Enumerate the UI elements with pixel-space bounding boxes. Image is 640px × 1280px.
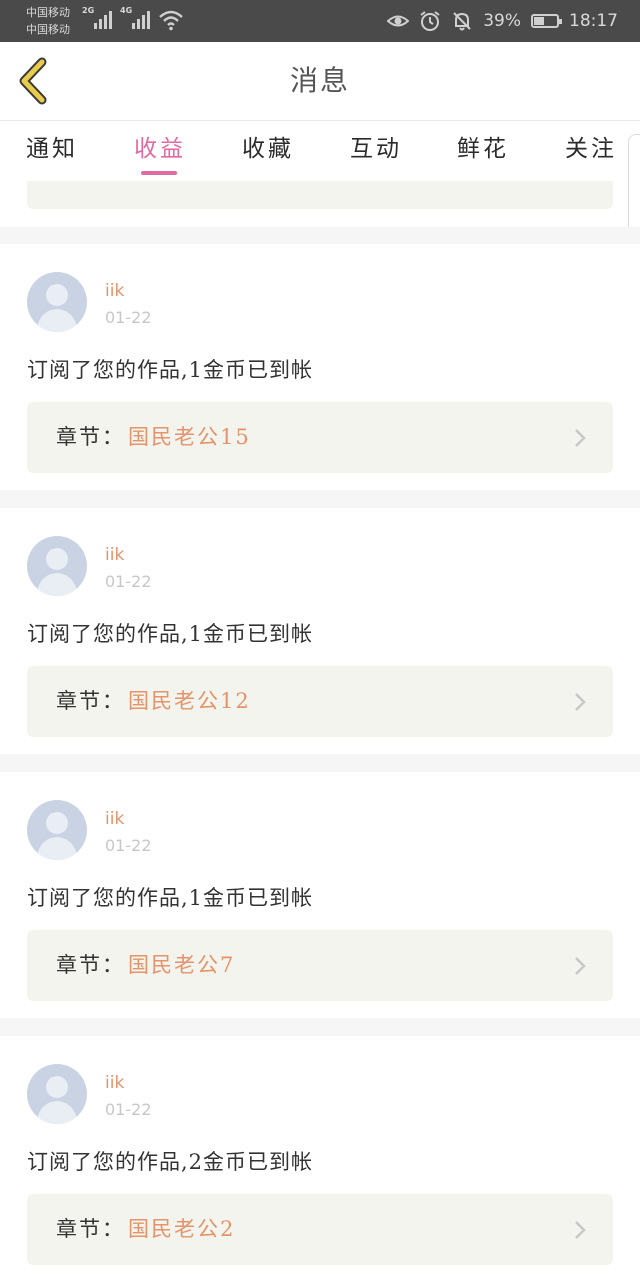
message-date: 01-22 xyxy=(105,1100,152,1119)
tab-bar: 通知 收益 收藏 互动 鲜花 关注 xyxy=(0,120,640,181)
chapter-link[interactable]: 章节： 国民老公15 xyxy=(27,402,613,473)
active-tab-indicator xyxy=(141,171,177,175)
chapter-name: 国民老公15 xyxy=(128,425,251,449)
avatar[interactable] xyxy=(27,272,87,332)
chapter-link[interactable]: 章节： 国民老公12 xyxy=(27,666,613,737)
username[interactable]: iik xyxy=(105,1073,124,1093)
avatar[interactable] xyxy=(27,1064,87,1124)
divider xyxy=(0,1018,640,1036)
message-item: iik 01-22 订阅了您的作品,1金币已到帐 章节： 国民老公15 xyxy=(0,244,640,490)
tab-follow[interactable]: 关注 xyxy=(565,121,617,181)
chapter-name: 国民老公7 xyxy=(128,953,236,977)
username[interactable]: iik xyxy=(105,545,124,565)
message-date: 01-22 xyxy=(105,572,152,591)
divider xyxy=(0,227,640,244)
tab-flowers[interactable]: 鲜花 xyxy=(457,121,509,181)
eye-icon xyxy=(387,15,410,27)
carrier-2: 中国移动 xyxy=(26,23,70,36)
avatar[interactable] xyxy=(27,800,87,860)
app-header: 消息 xyxy=(0,42,640,120)
username[interactable]: iik xyxy=(105,281,124,301)
chapter-link[interactable]: 章节： 国民老公2 xyxy=(27,1194,613,1265)
page-title: 消息 xyxy=(289,64,350,97)
message-text: 订阅了您的作品,1金币已到帐 xyxy=(27,622,314,646)
chapter-name: 国民老公12 xyxy=(128,689,251,713)
username[interactable]: iik xyxy=(105,809,124,829)
status-bar: 中国移动 中国移动 2G 4G 39% 18:17 xyxy=(0,0,640,42)
tab-favorites[interactable]: 收藏 xyxy=(242,121,294,181)
divider xyxy=(0,754,640,772)
chapter-name: 国民老公2 xyxy=(128,1217,236,1241)
tab-notify[interactable]: 通知 xyxy=(26,121,78,181)
message-text: 订阅了您的作品,1金币已到帐 xyxy=(27,358,314,382)
message-text: 订阅了您的作品,2金币已到帐 xyxy=(27,1150,314,1174)
alarm-icon xyxy=(420,11,440,31)
chevron-right-icon xyxy=(575,693,586,711)
carrier-1: 中国移动 xyxy=(26,6,70,19)
chapter-label: 章节： xyxy=(56,425,125,449)
bell-muted-icon xyxy=(453,12,471,31)
wifi-icon xyxy=(159,10,183,31)
divider xyxy=(0,490,640,508)
message-list[interactable]: iik 01-22 订阅了您的作品,1金币已到帐 章节： 国民老公15 iik … xyxy=(0,181,640,1280)
signal-icon xyxy=(132,11,152,29)
network-type-2: 4G xyxy=(120,6,133,15)
chapter-label: 章节： xyxy=(56,1217,125,1241)
message-item: iik 01-22 订阅了您的作品,1金币已到帐 章节： 国民老公7 xyxy=(0,772,640,1018)
message-item: iik 01-22 订阅了您的作品,1金币已到帐 章节： 国民老公12 xyxy=(0,508,640,754)
battery-icon xyxy=(531,14,562,28)
message-date: 01-22 xyxy=(105,836,152,855)
signal-icon xyxy=(94,11,114,29)
chapter-link-partial[interactable] xyxy=(27,181,613,209)
chapter-link[interactable]: 章节： 国民老公7 xyxy=(27,930,613,1001)
chapter-label: 章节： xyxy=(56,953,125,977)
tab-interaction[interactable]: 互动 xyxy=(350,121,402,181)
battery-percent: 39% xyxy=(483,11,521,31)
carrier-info: 中国移动 中国移动 xyxy=(26,4,70,38)
message-item: iik 01-22 订阅了您的作品,2金币已到帐 章节： 国民老公2 xyxy=(0,1036,640,1280)
network-type-1: 2G xyxy=(82,6,95,15)
message-date: 01-22 xyxy=(105,308,152,327)
clock: 18:17 xyxy=(569,11,618,31)
message-text: 订阅了您的作品,1金币已到帐 xyxy=(27,886,314,910)
chapter-label: 章节： xyxy=(56,689,125,713)
chevron-right-icon xyxy=(575,957,586,975)
chevron-right-icon xyxy=(575,429,586,447)
chevron-right-icon xyxy=(575,1221,586,1239)
avatar[interactable] xyxy=(27,536,87,596)
